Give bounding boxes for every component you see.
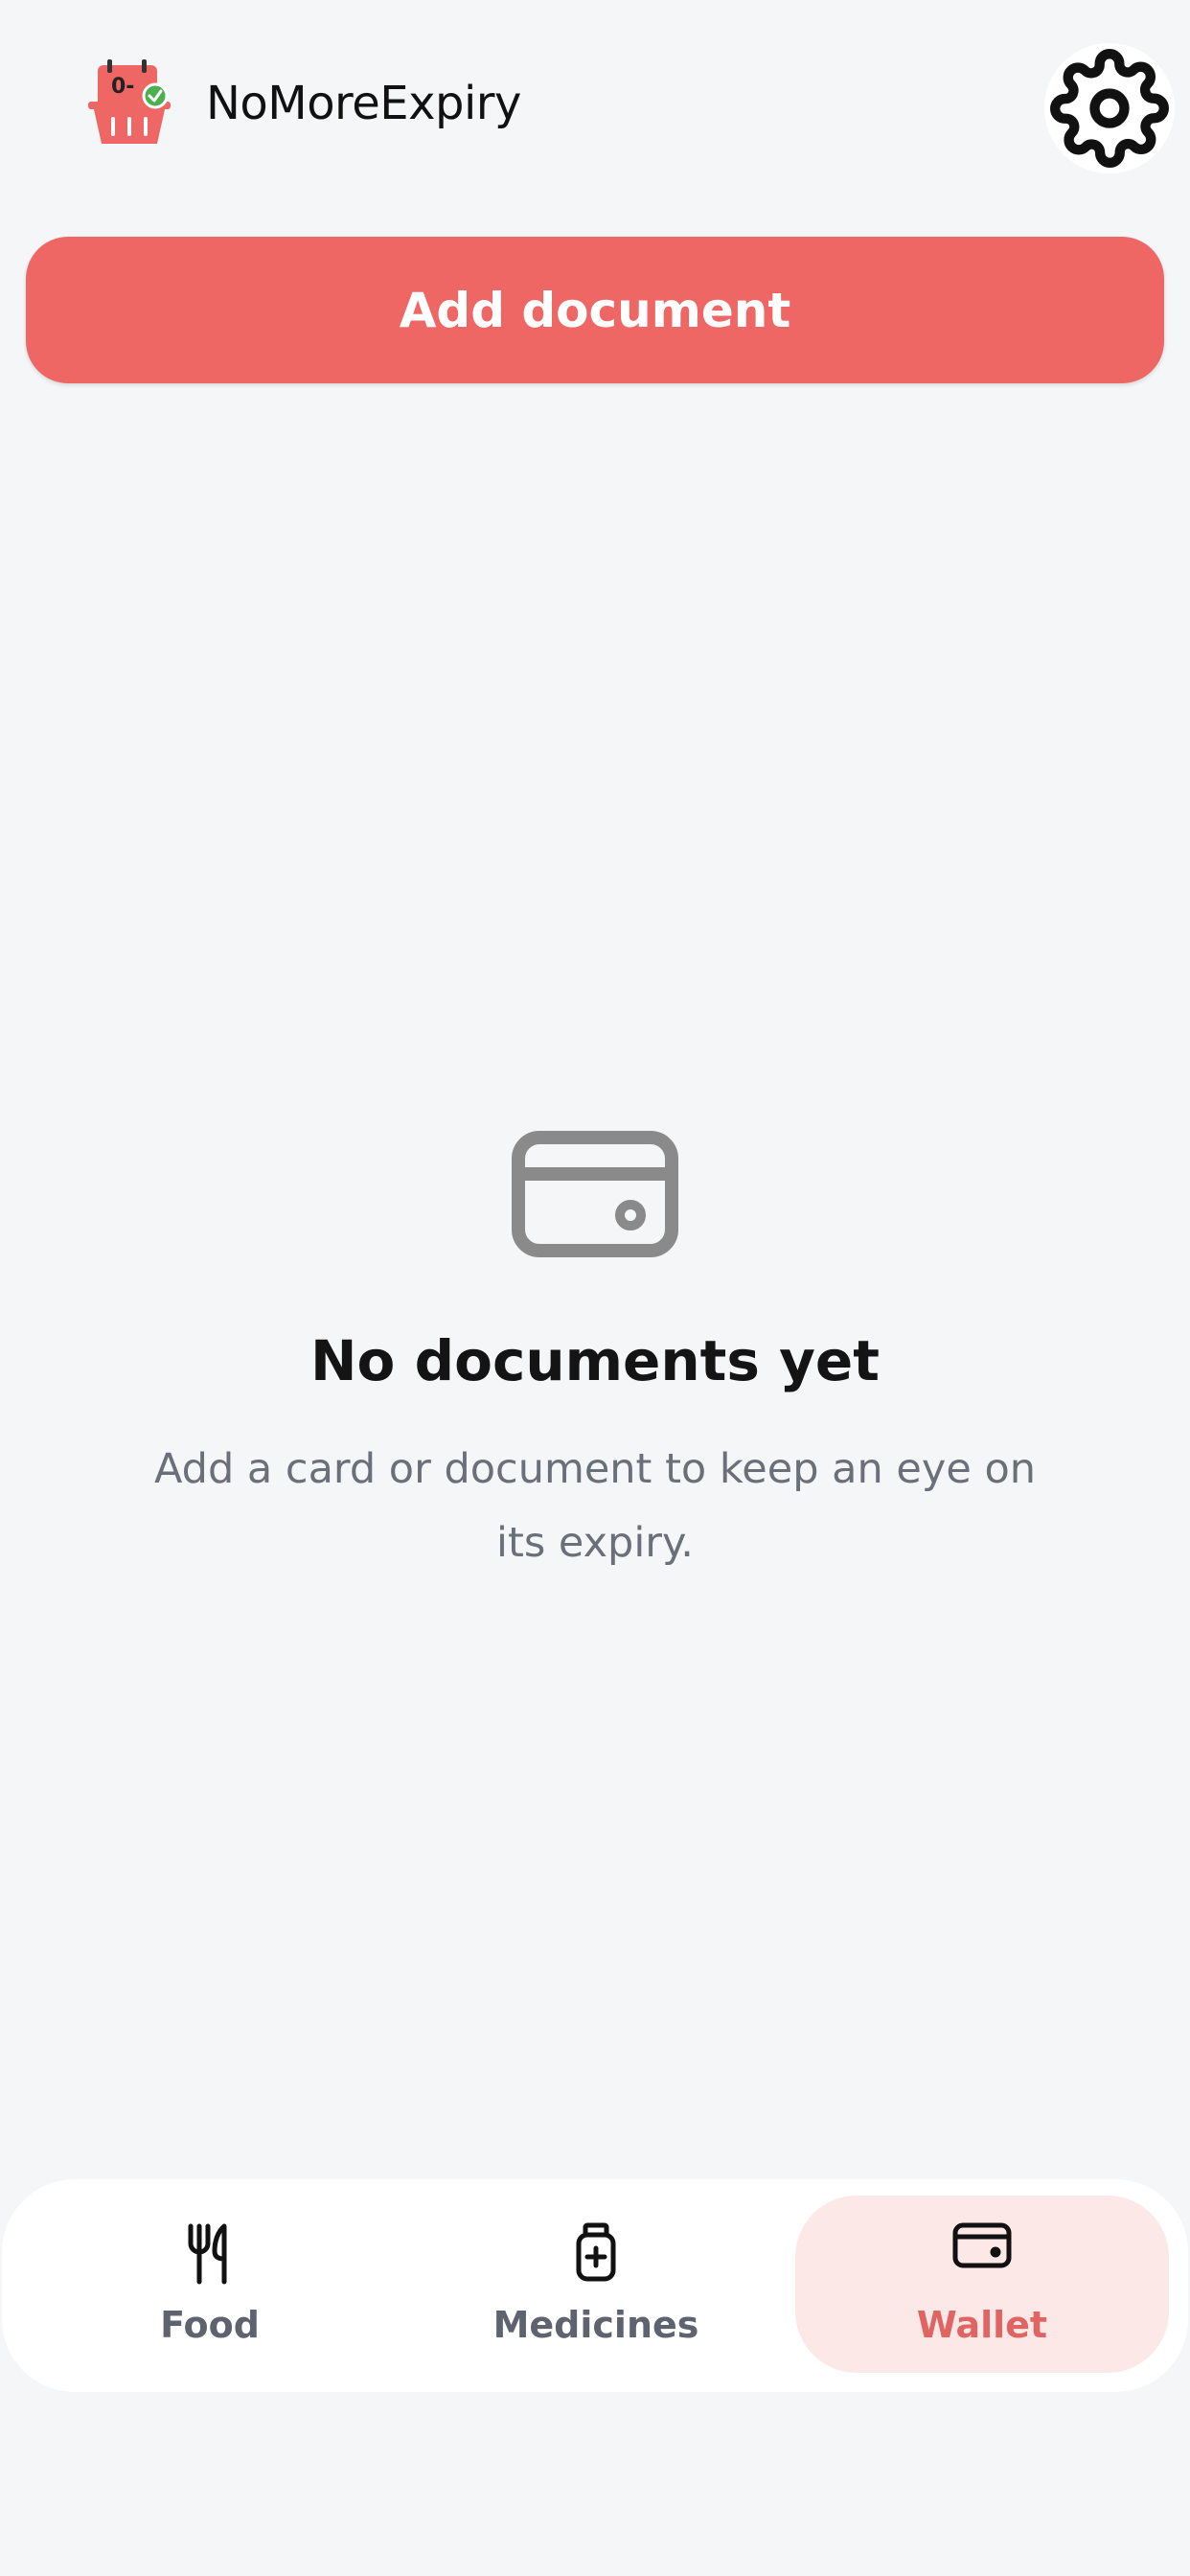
settings-button[interactable] [1044,43,1175,173]
app-header: 0- NoMoreExpiry [0,0,1190,211]
basket-calendar-logo-icon: 0- [88,59,171,144]
svg-text:0-: 0- [111,75,134,99]
fork-knife-icon [188,2223,227,2285]
nav-label-wallet: Wallet [916,2304,1048,2346]
bottom-navigation: Food Medicines Wallet [2,2179,1188,2392]
empty-state-title: No documents yet [310,1328,880,1393]
wallet-card-icon [512,1131,678,1257]
medicine-bottle-icon [576,2222,616,2282]
gear-icon [1050,49,1169,168]
app-title: NoMoreExpiry [206,77,521,130]
nav-label-medicines: Medicines [492,2304,699,2346]
nav-tab-food[interactable]: Food [23,2179,397,2392]
add-document-button[interactable]: Add document [26,237,1164,383]
nav-tab-wallet[interactable]: Wallet [795,2196,1169,2373]
empty-state-description: Add a card or document to keep an eye on… [153,1445,1037,1567]
wallet-icon [952,2222,1012,2268]
nav-tab-medicines[interactable]: Medicines [409,2179,783,2392]
nav-label-food: Food [160,2304,260,2346]
